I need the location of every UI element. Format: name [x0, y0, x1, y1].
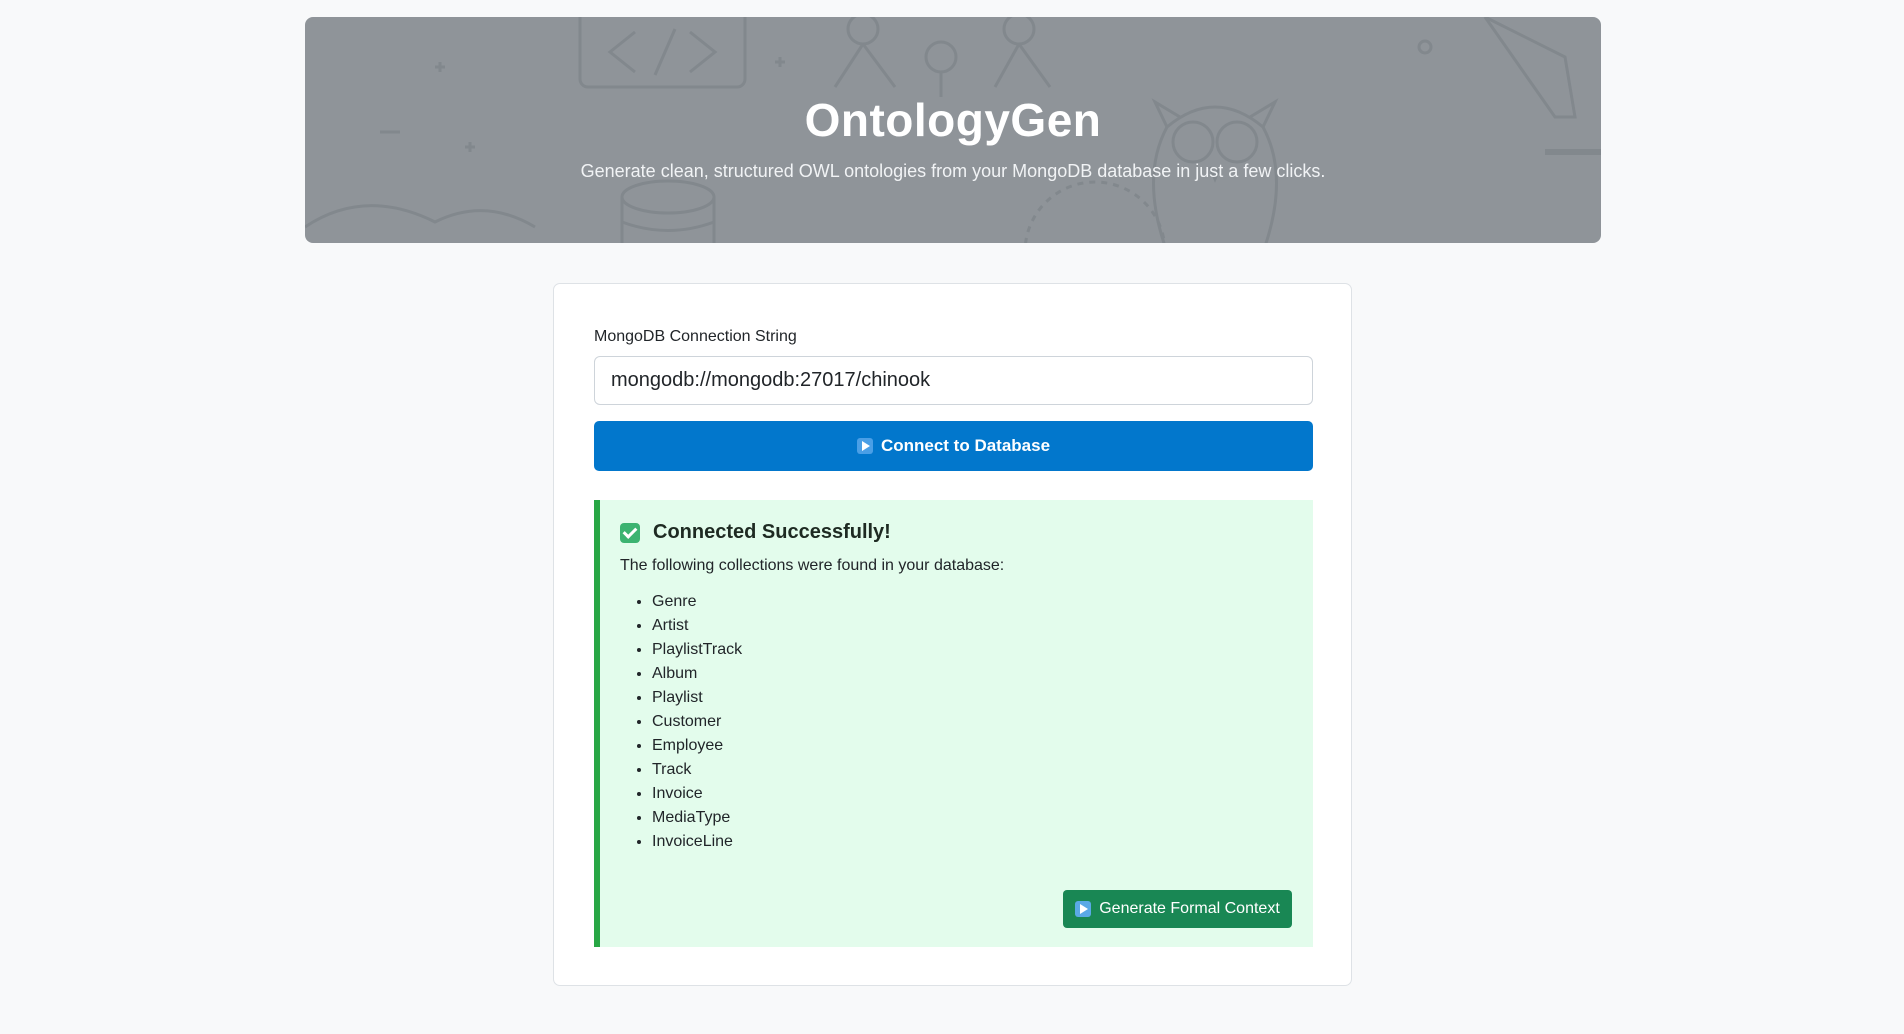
page-title: OntologyGen [804, 94, 1102, 146]
list-item: InvoiceLine [652, 830, 742, 854]
connection-string-input[interactable] [594, 356, 1313, 405]
check-icon [620, 523, 640, 543]
page-subtitle: Generate clean, structured OWL ontologie… [580, 161, 1326, 181]
success-title: Connected Successfully! [653, 521, 891, 543]
play-icon [1075, 901, 1092, 917]
list-item: Invoice [652, 782, 742, 806]
generate-button-label: Generate Formal Context [1099, 900, 1280, 917]
list-item: Employee [652, 734, 742, 758]
list-item: Album [652, 662, 742, 686]
success-alert: Connected Successfully! The following co… [594, 500, 1313, 947]
collections-list: Genre Artist PlaylistTrack Album Playlis… [652, 590, 742, 854]
list-item: Customer [652, 710, 742, 734]
connection-card: MongoDB Connection String Connect to Dat… [553, 283, 1352, 986]
generate-formal-context-button[interactable]: Generate Formal Context [1063, 890, 1292, 928]
list-item: Genre [652, 590, 742, 614]
play-icon [856, 438, 873, 454]
list-item: PlaylistTrack [652, 638, 742, 662]
list-item: Playlist [652, 686, 742, 710]
list-item: Track [652, 758, 742, 782]
connection-string-label: MongoDB Connection String [594, 328, 797, 345]
connect-button[interactable]: Connect to Database [594, 421, 1313, 471]
success-description: The following collections were found in … [620, 557, 1005, 574]
list-item: MediaType [652, 806, 742, 830]
header-banner: OntologyGen Generate clean, structured O… [305, 17, 1601, 243]
connect-button-label: Connect to Database [880, 436, 1051, 455]
list-item: Artist [652, 614, 742, 638]
